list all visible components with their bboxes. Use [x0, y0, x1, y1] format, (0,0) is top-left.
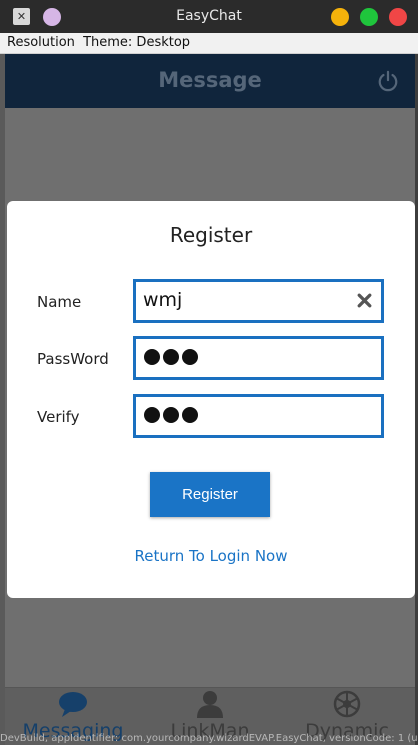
dialog-title: Register — [169, 223, 253, 247]
register-dialog: Register Name wmj PassWord Verify Regist… — [7, 201, 415, 598]
aperture-icon — [333, 690, 361, 718]
person-icon — [197, 691, 223, 718]
name-value: wmj — [143, 289, 183, 311]
app-header: Message — [5, 54, 415, 108]
password-label: PassWord — [37, 350, 109, 368]
maximize-button[interactable] — [360, 8, 378, 26]
clear-icon[interactable] — [356, 292, 373, 309]
close-button[interactable] — [389, 8, 407, 26]
window-title: EasyChat — [176, 8, 242, 24]
name-label: Name — [37, 293, 82, 311]
page-title: Message — [158, 68, 262, 92]
menu-theme[interactable]: Theme: Desktop — [83, 35, 190, 50]
menubar: Resolution Theme: Desktop — [0, 33, 418, 54]
name-field[interactable]: wmj — [133, 279, 384, 323]
register-button[interactable]: Register — [150, 472, 270, 517]
password-field[interactable] — [133, 336, 384, 380]
chat-bubble-icon — [59, 692, 87, 717]
build-info: DevBuild, appIdentifier: com.yourcompany… — [0, 733, 418, 744]
return-to-login-link[interactable]: Return To Login Now — [7, 547, 415, 565]
menu-resolution[interactable]: Resolution — [7, 35, 75, 50]
verify-label: Verify — [37, 408, 80, 426]
verify-field[interactable] — [133, 394, 384, 438]
verify-mask — [144, 407, 201, 425]
minimize-button[interactable] — [331, 8, 349, 26]
password-mask — [144, 349, 201, 367]
window-titlebar: ✕ EasyChat — [0, 0, 418, 33]
power-icon[interactable] — [377, 70, 399, 92]
